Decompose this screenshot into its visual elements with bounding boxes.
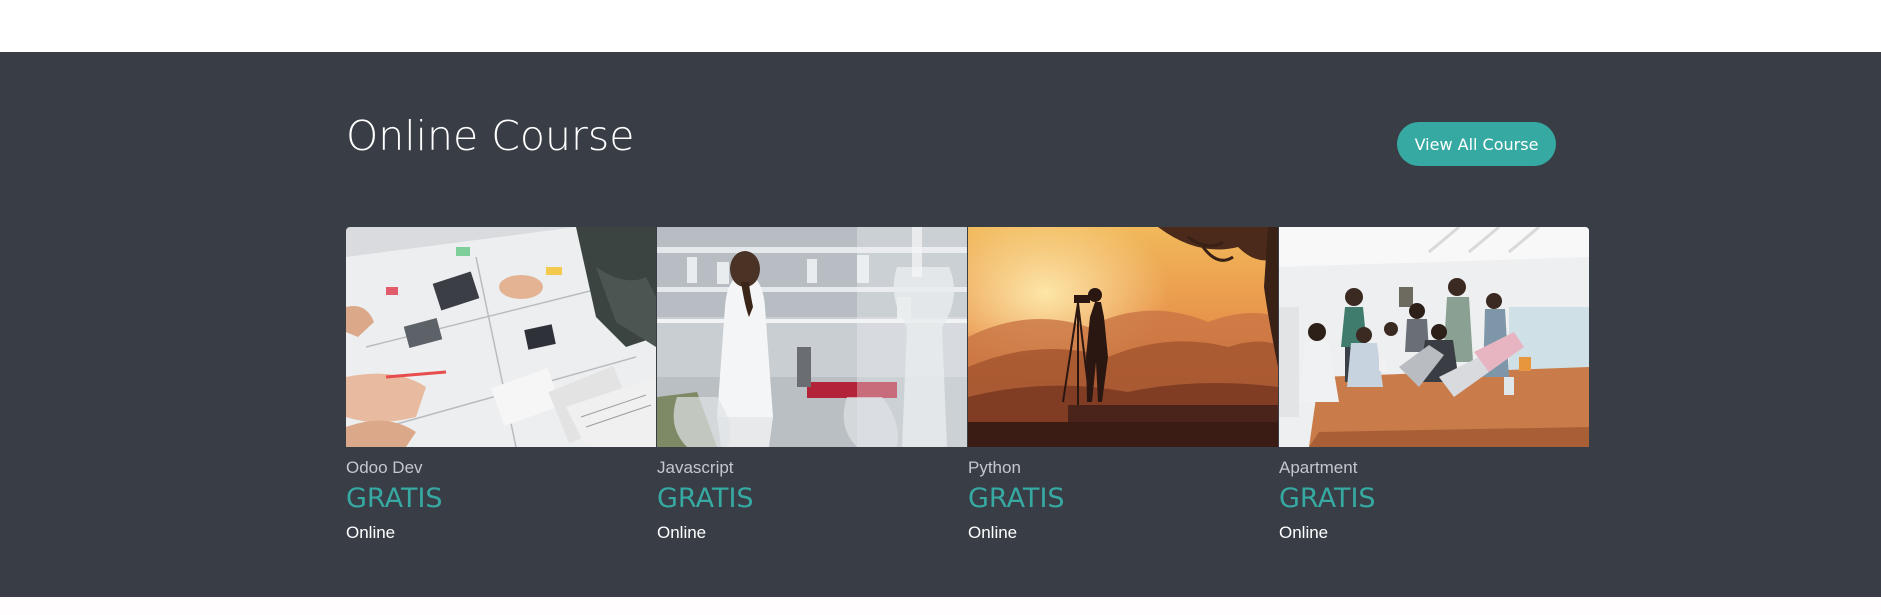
course-mode: Online bbox=[1279, 523, 1329, 542]
view-all-course-button[interactable]: View All Course bbox=[1397, 122, 1556, 166]
course-price: GRATIS bbox=[657, 483, 754, 514]
team-meeting-laptops-photo bbox=[1279, 227, 1589, 447]
course-image[interactable] bbox=[657, 227, 967, 447]
course-price: GRATIS bbox=[968, 483, 1065, 514]
course-name[interactable]: Odoo Dev bbox=[346, 458, 423, 478]
course-name[interactable]: Javascript bbox=[657, 458, 734, 478]
sunset-photographer-photo bbox=[968, 227, 1278, 447]
online-course-section: Online Course View All Course Odoo Dev G… bbox=[0, 52, 1881, 597]
course-card-javascript[interactable]: Javascript GRATIS Online bbox=[657, 227, 967, 547]
course-list: Odoo Dev GRATIS Online Javascript GRATIS… bbox=[346, 227, 1590, 547]
course-card-python[interactable]: Python GRATIS Online bbox=[968, 227, 1278, 547]
course-image[interactable] bbox=[968, 227, 1278, 447]
bottom-whitespace bbox=[0, 597, 1881, 615]
top-whitespace bbox=[0, 0, 1881, 52]
course-image[interactable] bbox=[1279, 227, 1589, 447]
course-mode: Online bbox=[657, 523, 707, 542]
section-title: Online Course bbox=[346, 112, 635, 160]
course-name[interactable]: Apartment bbox=[1279, 458, 1357, 478]
laboratory-scientist-photo bbox=[657, 227, 967, 447]
course-price: GRATIS bbox=[346, 483, 443, 514]
course-mode: Online bbox=[346, 523, 396, 542]
course-price: GRATIS bbox=[1279, 483, 1376, 514]
course-card-apartment[interactable]: Apartment GRATIS Online bbox=[1279, 227, 1589, 547]
course-name[interactable]: Python bbox=[968, 458, 1021, 478]
course-card-odoo-dev[interactable]: Odoo Dev GRATIS Online bbox=[346, 227, 656, 547]
course-mode: Online bbox=[968, 523, 1018, 542]
people-planning-papers-photo bbox=[346, 227, 656, 447]
course-image[interactable] bbox=[346, 227, 656, 447]
